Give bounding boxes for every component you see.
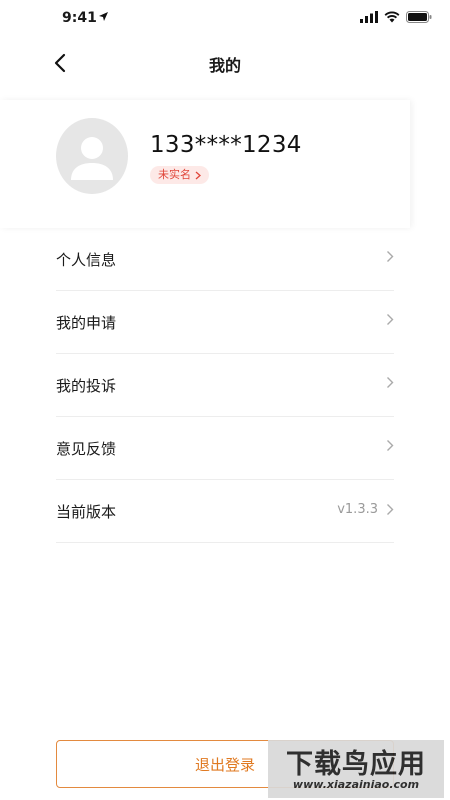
menu-item-label: 我的投诉 <box>56 377 117 395</box>
page-title: 我的 <box>208 56 241 75</box>
battery-icon <box>406 11 432 23</box>
phone-number: 133****1234 <box>150 132 302 158</box>
menu-item-profile-info[interactable]: 个人信息 <box>56 228 394 291</box>
menu-item-current-version[interactable]: 当前版本 v1.3.3 <box>56 480 394 543</box>
menu-item-feedback[interactable]: 意见反馈 <box>56 417 394 480</box>
verification-badge[interactable]: 未实名 <box>150 166 209 184</box>
watermark-title: 下载鸟应用 <box>286 749 426 780</box>
profile-card: 133****1234 未实名 <box>0 100 410 228</box>
watermark: 下载鸟应用 www.xiazainiao.com <box>268 740 444 798</box>
signal-icon <box>360 11 378 23</box>
nav-bar: 我的 <box>0 40 450 86</box>
status-time: 9:41 <box>62 10 97 26</box>
menu-item-label: 意见反馈 <box>56 440 117 458</box>
verification-badge-label: 未实名 <box>158 168 191 181</box>
chevron-right-icon <box>387 251 394 262</box>
menu-item-label: 个人信息 <box>56 251 117 269</box>
menu-item-my-complaints[interactable]: 我的投诉 <box>56 354 394 417</box>
location-arrow-icon <box>99 12 108 21</box>
menu-item-my-applications[interactable]: 我的申请 <box>56 291 394 354</box>
status-bar: 9:41 <box>0 0 450 36</box>
chevron-right-icon <box>387 440 394 451</box>
user-icon <box>71 137 113 180</box>
chevron-right-icon <box>387 377 394 388</box>
menu-list: 个人信息 我的申请 我的投诉 意见反馈 当前版本 v1.3.3 <box>56 228 394 543</box>
chevron-right-icon <box>387 314 394 325</box>
watermark-url: www.xiazainiao.com <box>292 778 420 791</box>
version-value: v1.3.3 <box>337 502 378 517</box>
menu-item-label: 我的申请 <box>56 314 117 332</box>
chevron-right-icon <box>387 504 394 515</box>
chevron-right-icon <box>195 171 201 179</box>
wifi-icon <box>384 11 400 23</box>
menu-item-label: 当前版本 <box>56 503 117 521</box>
avatar[interactable] <box>56 118 128 194</box>
status-icons <box>360 11 432 23</box>
